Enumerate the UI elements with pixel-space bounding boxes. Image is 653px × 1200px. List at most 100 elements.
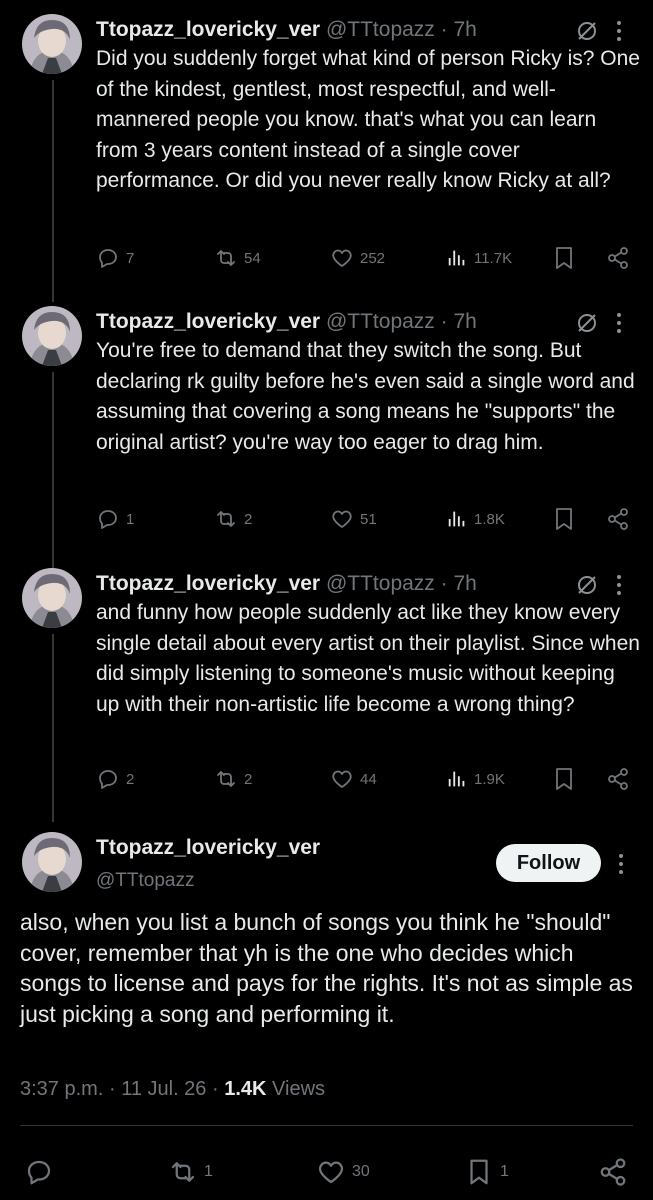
views-count: 11.7K xyxy=(474,249,513,267)
thread-tweet[interactable]: Ttopazz_lovericky_ver @TTtopazz · 7h You… xyxy=(0,306,653,566)
like-count: 30 xyxy=(352,1163,370,1180)
views-count: 1.8K xyxy=(474,510,505,528)
like-count: 252 xyxy=(360,249,386,267)
avatar[interactable] xyxy=(22,306,82,366)
repost-icon xyxy=(217,511,235,527)
divider xyxy=(20,1125,633,1126)
more-icon[interactable] xyxy=(615,17,623,45)
like-button[interactable]: 44 xyxy=(330,764,377,794)
tweet-meta: 3:37 p.m. · 11 Jul. 26 · 1.4K Views xyxy=(20,1078,325,1101)
thread-tweet[interactable]: Ttopazz_lovericky_ver @TTtopazz · 7h Did… xyxy=(0,14,653,304)
author-name[interactable]: Ttopazz_lovericky_ver xyxy=(96,18,320,41)
separator-dot: · xyxy=(440,18,448,41)
reply-icon xyxy=(99,510,117,529)
repost-count: 2 xyxy=(244,510,253,528)
follow-button[interactable]: Follow xyxy=(496,844,601,882)
reply-button[interactable]: 1 xyxy=(96,504,134,534)
more-icon[interactable] xyxy=(617,850,625,878)
avatar[interactable] xyxy=(22,14,82,74)
bookmark-icon[interactable] xyxy=(552,766,576,792)
repost-button[interactable]: 2 xyxy=(214,504,252,534)
mute-icon[interactable] xyxy=(575,19,599,43)
like-button[interactable]: 51 xyxy=(330,504,377,534)
reply-button[interactable]: 2 xyxy=(96,764,134,794)
mute-icon[interactable] xyxy=(575,311,599,335)
tweet-actions: 2 2 44 1.9K xyxy=(96,764,637,794)
views-count: 1.9K xyxy=(474,770,505,788)
author-handle[interactable]: @TTtopazz xyxy=(326,572,435,595)
tweet-text: You're free to demand that they switch t… xyxy=(96,339,635,454)
views-button[interactable]: 1.8K xyxy=(446,504,505,534)
more-icon[interactable] xyxy=(615,309,623,337)
tweet-actions: 7 54 252 11.7K xyxy=(96,243,637,273)
author-name[interactable]: Ttopazz_lovericky_ver xyxy=(96,572,320,595)
more-icon[interactable] xyxy=(615,571,623,599)
like-count: 51 xyxy=(360,510,377,528)
tweet-time[interactable]: 7h xyxy=(454,18,477,41)
like-button[interactable]: 252 xyxy=(330,243,385,273)
reply-button[interactable] xyxy=(24,1157,60,1187)
tweet-text: and funny how people suddenly act like t… xyxy=(96,601,640,716)
author-name[interactable]: Ttopazz_lovericky_ver xyxy=(96,836,320,860)
share-button[interactable] xyxy=(598,1157,634,1187)
mute-icon[interactable] xyxy=(575,573,599,597)
views-count[interactable]: 1.4K xyxy=(224,1078,266,1100)
bookmark-count: 1 xyxy=(500,1163,509,1180)
views-button[interactable]: 11.7K xyxy=(446,243,512,273)
like-icon xyxy=(332,249,352,267)
reply-count: 1 xyxy=(126,510,135,528)
repost-icon xyxy=(217,771,235,787)
main-tweet-actions: 1 30 1 xyxy=(0,1157,653,1193)
author-handle[interactable]: @TTtopazz xyxy=(326,310,435,333)
like-icon xyxy=(332,510,352,528)
post-date[interactable]: 11 Jul. 26 xyxy=(121,1078,206,1100)
repost-button[interactable]: 2 xyxy=(214,764,252,794)
avatar[interactable] xyxy=(22,568,82,628)
reply-icon xyxy=(99,770,117,789)
avatar[interactable] xyxy=(22,832,82,892)
tweet-header: Ttopazz_lovericky_ver @TTtopazz · 7h xyxy=(96,306,633,338)
bookmark-button[interactable]: 1 xyxy=(464,1157,509,1187)
thread-tweet[interactable]: Ttopazz_lovericky_ver @TTtopazz · 7h and… xyxy=(0,568,653,828)
views-icon xyxy=(448,511,465,527)
main-tweet-text: also, when you list a bunch of songs you… xyxy=(20,909,633,1027)
reply-count: 2 xyxy=(126,770,135,788)
share-icon[interactable] xyxy=(606,245,630,271)
share-icon[interactable] xyxy=(606,506,630,532)
repost-icon xyxy=(217,250,235,266)
repost-button[interactable]: 54 xyxy=(214,243,261,273)
repost-count: 2 xyxy=(244,770,253,788)
tweet-header: Ttopazz_lovericky_ver @TTtopazz · 7h xyxy=(96,14,633,46)
repost-button[interactable]: 1 xyxy=(168,1157,213,1187)
views-label: Views xyxy=(272,1078,326,1100)
tweet-header: Ttopazz_lovericky_ver @TTtopazz · 7h xyxy=(96,568,633,600)
bookmark-icon[interactable] xyxy=(552,506,576,532)
reply-button[interactable]: 7 xyxy=(96,243,134,273)
separator-dot: · xyxy=(212,1078,219,1100)
tweet-time[interactable]: 7h xyxy=(454,310,477,333)
post-time[interactable]: 3:37 p.m. xyxy=(20,1078,103,1100)
views-icon xyxy=(448,771,465,787)
author-name[interactable]: Ttopazz_lovericky_ver xyxy=(96,310,320,333)
bookmark-icon[interactable] xyxy=(552,245,576,271)
separator-dot: · xyxy=(108,1078,116,1100)
views-button[interactable]: 1.9K xyxy=(446,764,505,794)
reply-icon xyxy=(99,249,117,268)
repost-icon xyxy=(171,1162,195,1182)
like-count: 44 xyxy=(360,770,377,788)
share-icon[interactable] xyxy=(606,766,630,792)
repost-count: 1 xyxy=(204,1163,213,1180)
separator-dot: · xyxy=(440,310,448,333)
tweet-actions: 1 2 51 1.8K xyxy=(96,504,637,534)
like-button[interactable]: 30 xyxy=(316,1157,370,1187)
author-handle[interactable]: @TTtopazz xyxy=(326,18,435,41)
views-icon xyxy=(448,250,465,266)
bookmark-icon xyxy=(470,1159,488,1185)
tweet-time[interactable]: 7h xyxy=(454,572,477,595)
like-icon xyxy=(318,1161,344,1184)
reply-icon xyxy=(27,1160,51,1185)
share-icon xyxy=(600,1158,626,1186)
tweet-text: Did you suddenly forget what kind of per… xyxy=(96,47,640,192)
separator-dot: · xyxy=(440,572,448,595)
author-handle[interactable]: @TTtopazz xyxy=(96,870,194,892)
